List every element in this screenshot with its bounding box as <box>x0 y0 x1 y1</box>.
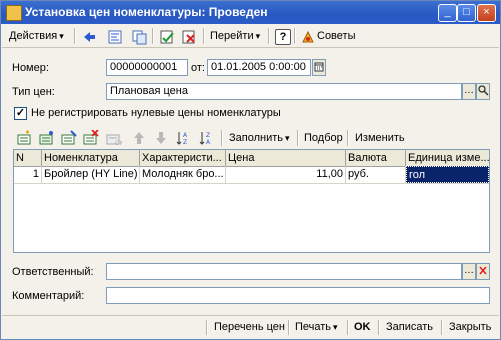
toolbar-separator <box>297 130 299 146</box>
comment-field[interactable] <box>106 287 490 304</box>
responsible-label: Ответственный: <box>12 266 94 278</box>
toolbar-separator <box>347 130 349 146</box>
price-cell[interactable]: 11,00 <box>226 166 346 183</box>
save-button[interactable]: Записать <box>386 319 433 336</box>
add-row-icon[interactable] <box>17 130 33 146</box>
column-header-currency[interactable]: Валюта <box>346 150 406 166</box>
comment-label: Комментарий: <box>12 290 85 302</box>
post-document-icon[interactable] <box>158 28 176 46</box>
characteristic-cell[interactable]: Молодняк бро... <box>140 166 226 183</box>
main-toolbar: Действия Перейти ? Советы <box>2 25 499 48</box>
print-menu-button[interactable]: Печать <box>295 319 338 336</box>
title-bar[interactable]: Установка цен номенклатуры: Проведен _ □… <box>1 1 500 24</box>
svg-text:OK: OK <box>115 140 122 146</box>
dont-register-checkbox[interactable]: ✓ <box>14 107 27 120</box>
toolbar-separator <box>347 320 349 335</box>
column-header-item[interactable]: Номенклатура <box>42 150 140 166</box>
window-title: Установка цен номенклатуры: Проведен <box>25 5 268 19</box>
document-window: Установка цен номенклатуры: Проведен _ □… <box>0 0 501 340</box>
toolbar-separator <box>378 320 380 335</box>
price-list-button[interactable]: Перечень цен <box>214 319 285 336</box>
copy-row-icon[interactable] <box>39 130 55 146</box>
toolbar-separator <box>288 320 290 335</box>
edit-row-icon[interactable] <box>61 130 77 146</box>
move-down-icon <box>153 130 169 146</box>
table-header: N Номенклатура Характеристи... Цена Валю… <box>14 150 489 167</box>
svg-text:A: A <box>206 139 211 146</box>
table-row[interactable]: 1 Бройлер (HY Line) Молодняк бро... 11,0… <box>14 166 489 184</box>
column-header-price[interactable]: Цена <box>226 150 346 166</box>
responsible-field[interactable] <box>106 263 462 280</box>
go-back-arrow-icon[interactable] <box>80 28 98 46</box>
toolbar-separator <box>441 320 443 335</box>
clear-icon[interactable] <box>476 263 490 280</box>
ellipsis-select-button[interactable]: … <box>462 263 476 280</box>
minimize-button[interactable]: _ <box>438 4 457 22</box>
toolbar-separator <box>203 28 205 44</box>
date-label: от: <box>191 62 205 74</box>
number-label: Номер: <box>12 62 49 74</box>
change-button[interactable]: Изменить <box>355 129 405 147</box>
unit-cell[interactable]: гол <box>406 166 489 183</box>
svg-text:Z: Z <box>183 139 187 146</box>
sort-descending-icon[interactable]: ZA <box>199 130 215 146</box>
row-number[interactable]: 1 <box>14 166 42 183</box>
bottom-command-bar: Перечень цен Печать OK Записать Закрыть <box>2 315 499 339</box>
toolbar-separator <box>268 28 270 44</box>
number-field[interactable]: 00000000001 <box>106 59 188 76</box>
toolbar-separator <box>294 28 296 44</box>
tips-icon[interactable] <box>299 28 317 46</box>
toolbar-separator <box>152 28 154 44</box>
tips-button[interactable]: Советы <box>317 27 355 45</box>
price-type-label: Тип цен: <box>12 86 55 98</box>
price-type-field[interactable]: Плановая цена <box>106 83 462 100</box>
fill-menu-button[interactable]: Заполнить <box>229 129 290 147</box>
column-header-characteristic[interactable]: Характеристи... <box>140 150 226 166</box>
help-button[interactable]: ? <box>275 29 291 45</box>
calendar-icon[interactable] <box>312 59 326 76</box>
copy-document-icon[interactable] <box>130 28 148 46</box>
document-structure-icon[interactable] <box>106 28 124 46</box>
ellipsis-select-button[interactable]: … <box>462 83 476 100</box>
toolbar-separator <box>74 28 76 44</box>
currency-cell[interactable]: руб. <box>346 166 406 183</box>
svg-text:Z: Z <box>206 132 210 139</box>
ok-button[interactable]: OK <box>354 319 371 336</box>
column-header-n[interactable]: N <box>14 150 42 166</box>
delete-row-icon[interactable] <box>83 129 99 146</box>
cancel-posting-icon[interactable] <box>180 28 198 46</box>
table-toolbar: OK AZ ZA Заполнить Подбор Изменить <box>13 128 489 148</box>
close-button[interactable]: Закрыть <box>449 319 491 336</box>
item-cell[interactable]: Бройлер (HY Line) <box>42 166 140 183</box>
column-header-unit[interactable]: Единица изме... <box>406 150 489 166</box>
document-icon <box>6 5 22 21</box>
goto-menu-button[interactable]: Перейти <box>210 27 260 45</box>
dont-register-label[interactable]: Не регистрировать нулевые цены номенклат… <box>31 107 281 119</box>
open-search-icon[interactable] <box>476 83 490 100</box>
toolbar-separator <box>221 130 223 146</box>
toolbar-separator <box>206 320 208 335</box>
maximize-button[interactable]: □ <box>457 4 476 22</box>
prices-table[interactable]: N Номенклатура Характеристи... Цена Валю… <box>13 149 490 253</box>
close-window-button[interactable]: × <box>477 4 496 22</box>
svg-text:A: A <box>183 132 188 139</box>
actions-menu-button[interactable]: Действия <box>9 27 64 45</box>
end-edit-icon: OK <box>106 130 125 147</box>
move-up-icon <box>131 130 147 146</box>
sort-ascending-icon[interactable]: AZ <box>176 130 192 146</box>
select-button[interactable]: Подбор <box>304 129 343 147</box>
date-field[interactable]: 01.01.2005 0:00:00 <box>207 59 311 76</box>
